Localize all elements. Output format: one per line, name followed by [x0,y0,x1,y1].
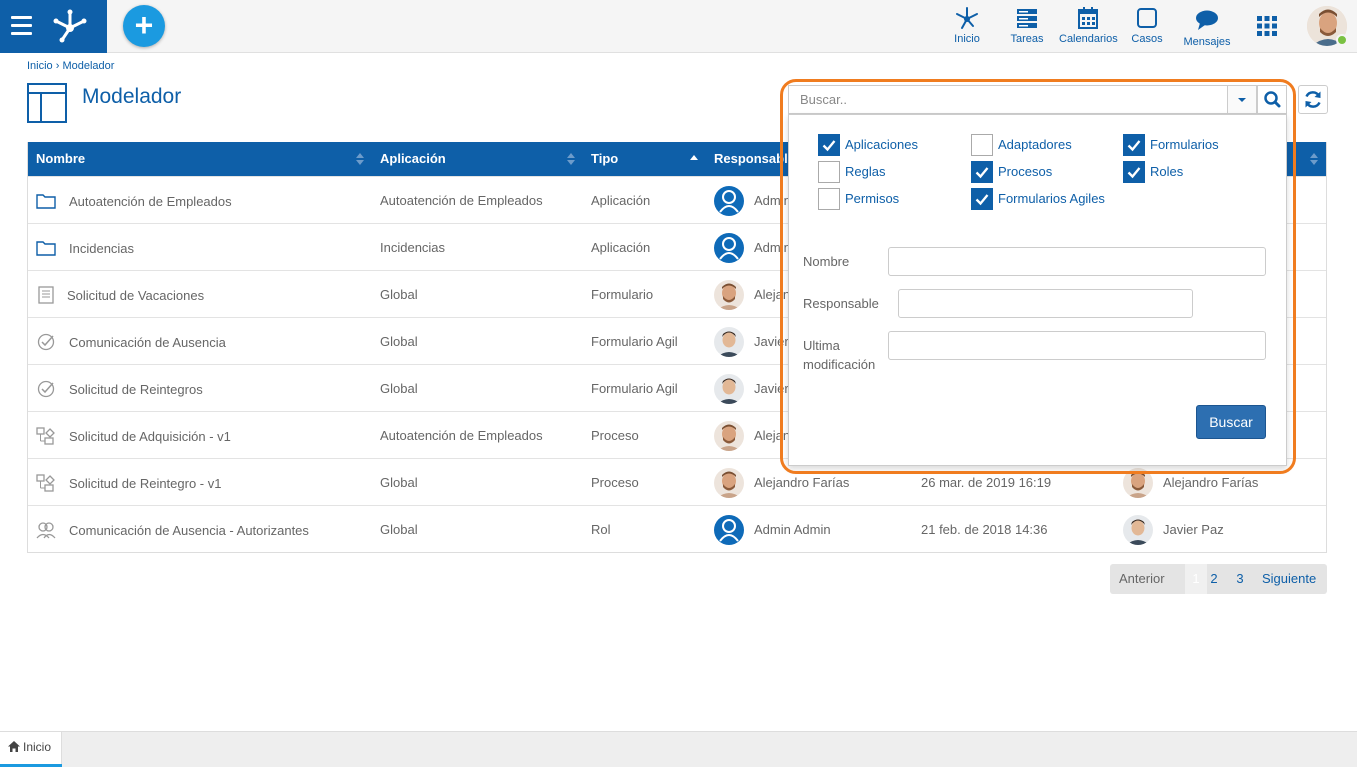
responsable-avatar [714,515,744,545]
nav-mensajes[interactable]: Mensajes [1183,6,1231,48]
responsable-avatar [714,327,744,357]
refresh-button[interactable] [1298,85,1328,114]
role-icon [36,521,56,539]
agile-form-icon [36,380,56,398]
chat-icon [1196,10,1218,30]
col-nombre[interactable]: Nombre [36,142,85,176]
sort-icon[interactable] [356,153,364,165]
row-name[interactable]: Incidencias [69,224,369,271]
tasks-icon [1017,9,1037,28]
modifier-avatar [1123,515,1153,545]
responsable-avatar [714,186,744,216]
nav-label: Casos [1131,33,1163,45]
responsable-avatar [714,374,744,404]
row-application: Incidencias [380,240,446,255]
nav-label: Inicio [954,33,980,45]
nav-calendarios[interactable]: Calendarios [1059,6,1118,45]
nav-tareas[interactable]: Tareas [1010,6,1044,45]
logo-icon[interactable] [50,8,90,44]
agile-form-icon [36,333,56,351]
col-tipo[interactable]: Tipo [591,142,618,176]
row-application: Autoatención de Empleados [380,428,543,443]
process-icon [36,474,56,492]
prev-page-button[interactable]: Anterior [1119,564,1165,594]
row-application: Global [380,381,418,396]
modeler-icon [27,83,67,123]
sort-icon[interactable] [1310,153,1318,165]
responsable-avatar [714,280,744,310]
folder-icon [36,239,56,257]
footer-tabs: Inicio [0,731,1357,767]
row-application: Global [380,287,418,302]
row-type: Aplicación [591,240,651,255]
row-responsable: Admin Admin [754,522,831,537]
page-title: Modelador [82,85,182,108]
row-name[interactable]: Comunicación de Ausencia - Autorizantes [69,506,369,553]
tab-inicio[interactable]: Inicio [0,732,62,767]
responsable-avatar [714,468,744,498]
form-icon [36,286,56,304]
add-button[interactable]: + [123,5,165,47]
process-icon [36,427,56,445]
apps-grid-icon[interactable] [1257,16,1277,36]
page-1-button[interactable]: 1 [1185,564,1207,594]
row-name[interactable]: Comunicación de Ausencia [69,318,369,365]
row-date: 21 feb. de 2018 14:36 [921,522,1048,537]
sort-icon[interactable] [567,153,575,165]
row-type: Aplicación [591,193,651,208]
responsable-avatar [714,233,744,263]
row-application: Global [380,475,418,490]
row-type: Rol [591,522,611,537]
row-type: Proceso [591,428,639,443]
breadcrumb[interactable]: Inicio › Modelador [27,60,114,72]
menu-icon[interactable] [11,16,32,36]
nav-label: Calendarios [1059,33,1118,45]
cases-icon [1137,8,1157,28]
folder-icon [36,192,56,210]
responsable-avatar [714,421,744,451]
row-name[interactable]: Solicitud de Reintegro - v1 [69,459,369,506]
row-application: Global [380,522,418,537]
nav-casos[interactable]: Casos [1131,6,1163,45]
row-application: Global [380,334,418,349]
col-aplicacion[interactable]: Aplicación [380,142,446,176]
row-type: Proceso [591,475,639,490]
row-type: Formulario Agil [591,381,678,396]
refresh-icon [1305,91,1321,108]
row-application: Autoatención de Empleados [380,193,543,208]
sort-asc-icon[interactable] [690,153,698,165]
row-type: Formulario [591,287,654,302]
nav-inicio[interactable]: Inicio [952,6,982,45]
pagination: Anterior 1 2 3 Siguiente [1110,564,1327,594]
network-icon [956,7,978,29]
row-name[interactable]: Solicitud de Adquisición - v1 [69,412,369,459]
table-row[interactable]: Comunicación de Ausencia - Autorizantes G… [28,505,1326,552]
nav-label: Mensajes [1183,36,1231,48]
row-name[interactable]: Solicitud de Vacaciones [67,271,367,318]
page-3-button[interactable]: 3 [1235,564,1245,594]
row-name[interactable]: Autoatención de Empleados [69,177,369,224]
brand-area [0,0,107,53]
row-type: Formulario Agil [591,334,678,349]
highlight-outline [780,79,1296,474]
home-icon [8,741,20,752]
next-page-button[interactable]: Siguiente [1262,564,1316,594]
top-bar: + Inicio Tareas Calendarios Casos Mensaj… [0,0,1357,53]
row-modified-by: Javier Paz [1163,522,1224,537]
tab-label: Inicio [23,740,52,754]
page-2-button[interactable]: 2 [1209,564,1219,594]
calendar-icon [1078,7,1098,29]
nav-label: Tareas [1010,33,1044,45]
online-status-badge [1336,34,1348,46]
row-name[interactable]: Solicitud de Reintegros [69,365,369,412]
